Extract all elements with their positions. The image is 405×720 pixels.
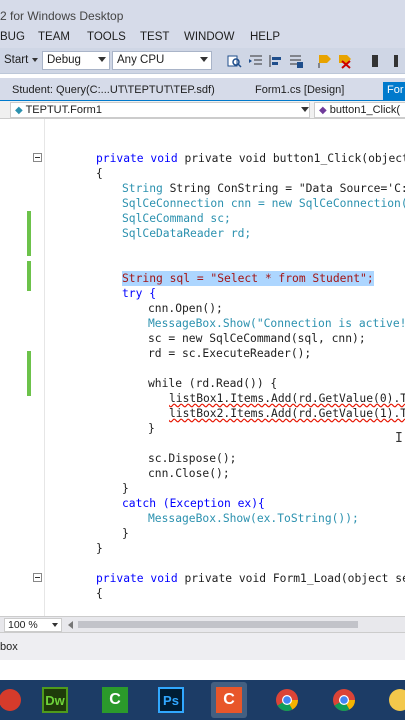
dreamweaver-icon: Dw [42, 687, 68, 713]
code-editor[interactable]: private void private void button1_Click(… [0, 119, 405, 616]
taskbar-app-red[interactable] [0, 682, 28, 718]
breakpoint-icon[interactable] [368, 53, 384, 69]
change-indicator [27, 351, 31, 396]
editor-margin [44, 119, 45, 616]
zoom-value: 100 % [8, 619, 38, 631]
class-navigation-combo[interactable]: ◆ TEPTUT.Form1 [10, 102, 310, 118]
collapse-icon[interactable] [33, 153, 42, 162]
code-line: try { [122, 287, 157, 300]
navigation-bar: ◆ TEPTUT.Form1 ◆ button1_Click( [0, 101, 405, 119]
comment-icon[interactable] [288, 53, 304, 69]
code-line: sc.Dispose(); [148, 452, 237, 465]
change-indicator [27, 211, 31, 256]
camtasia-recorder-icon: C [216, 687, 242, 713]
platform-value: Any CPU [117, 54, 165, 66]
selected-code-line: String sql = "Select * from Student"; [122, 271, 374, 286]
collapse-icon[interactable] [33, 573, 42, 582]
tab-form1-cs[interactable]: For [383, 82, 405, 100]
tab-form1-design[interactable]: Form1.cs [Design] [251, 82, 348, 100]
taskbar-camtasia[interactable]: C [97, 682, 133, 718]
code-line-error: listBox1.Items.Add(rd.GetValue(0).To [169, 392, 405, 405]
indent-icon[interactable] [248, 53, 264, 69]
chrome-icon [333, 689, 355, 711]
code-line: while (rd.Read()) { [148, 377, 278, 390]
document-tab-bar: Student: Query(C:...UT\TEPTUT\TEP.sdf) F… [0, 78, 405, 100]
tab-student-query[interactable]: Student: Query(C:...UT\TEPTUT\TEP.sdf) [8, 82, 219, 100]
paint-icon [389, 689, 405, 711]
configuration-value: Debug [47, 54, 81, 66]
horizontal-scrollbar[interactable]: 100 % [0, 616, 405, 632]
code-line: } [148, 422, 155, 435]
text-cursor-icon: I [395, 431, 403, 446]
taskbar-paint[interactable] [382, 682, 405, 718]
code-line: rd = sc.ExecuteReader(); [148, 347, 312, 360]
method-icon: ◆ [319, 105, 327, 116]
code-line: cnn.Open(); [148, 302, 223, 315]
code-line: { [96, 167, 103, 180]
code-line: private void private void Form1_Load(obj… [96, 572, 405, 585]
solution-configuration-combo[interactable]: Debug [42, 51, 110, 70]
chevron-down-icon [52, 623, 58, 627]
code-line: } [96, 542, 103, 555]
overflow-icon[interactable] [390, 53, 405, 69]
code-line: { [96, 587, 103, 600]
menu-tools[interactable]: TOOLS [87, 31, 126, 43]
code-line: MessageBox.Show("Connection is active!" [148, 317, 405, 330]
chevron-down-icon[interactable] [301, 107, 309, 112]
chevron-down-icon [200, 57, 208, 62]
menu-debug[interactable]: BUG [0, 31, 25, 43]
scrollbar-thumb[interactable] [78, 621, 358, 628]
taskbar-chrome-1[interactable] [269, 682, 305, 718]
code-line: } [122, 482, 129, 495]
bookmark-icon[interactable] [316, 53, 332, 69]
member-combo-value: button1_Click( [329, 104, 401, 116]
code-line: SqlCeCommand sc; [122, 212, 231, 225]
camtasia-icon: C [102, 687, 128, 713]
menu-team[interactable]: TEAM [38, 31, 70, 43]
taskbar-photoshop[interactable]: Ps [153, 682, 189, 718]
class-combo-value: TEPTUT.Form1 [25, 104, 102, 116]
menu-bar: BUG TEAM TOOLS TEST WINDOW HELP [0, 28, 405, 48]
taskbar-dreamweaver[interactable]: Dw [37, 682, 73, 718]
menu-window[interactable]: WINDOW [184, 31, 234, 43]
solution-platform-combo[interactable]: Any CPU [112, 51, 212, 70]
code-line: } [122, 527, 129, 540]
start-dropdown-icon[interactable] [32, 58, 38, 62]
output-panel-header: box [0, 632, 405, 660]
menu-help[interactable]: HELP [250, 31, 280, 43]
output-label: box [0, 641, 18, 653]
window-title: 2 for Windows Desktop [0, 9, 124, 23]
red-app-icon [0, 689, 21, 711]
code-line: SqlCeConnection cnn = new SqlCeConnectio… [122, 197, 405, 210]
taskbar-chrome-2[interactable] [326, 682, 362, 718]
code-line: MessageBox.Show(ex.ToString()); [148, 512, 359, 525]
change-indicator [27, 261, 31, 291]
clear-bookmarks-icon[interactable] [336, 53, 352, 69]
menu-test[interactable]: TEST [140, 31, 169, 43]
code-line: cnn.Close(); [148, 467, 230, 480]
member-navigation-combo[interactable]: ◆ button1_Click( [314, 102, 405, 118]
code-line: SqlCeDataReader rd; [122, 227, 252, 240]
code-line: sc = new SqlCeCommand(sql, cnn); [148, 332, 366, 345]
taskbar-camtasia-recorder[interactable]: C [211, 682, 247, 718]
code-line: String String ConString = "Data Source='… [122, 182, 405, 195]
start-button[interactable]: Start [4, 54, 28, 66]
class-icon: ◆ [15, 105, 23, 116]
zoom-combo[interactable]: 100 % [4, 618, 62, 632]
scroll-left-icon[interactable] [68, 621, 73, 629]
find-in-files-icon[interactable] [226, 53, 242, 69]
chevron-down-icon [98, 57, 106, 62]
windows-taskbar: Dw C Ps C [0, 680, 405, 720]
standard-toolbar: Start Debug Any CPU [0, 48, 405, 74]
title-bar: 2 for Windows Desktop [0, 0, 405, 28]
code-line: private void private void button1_Click(… [96, 152, 405, 165]
chrome-icon [276, 689, 298, 711]
code-line: catch (Exception ex){ [122, 497, 265, 510]
align-icon[interactable] [268, 53, 284, 69]
photoshop-icon: Ps [158, 687, 184, 713]
code-line-error: listBox2.Items.Add(rd.GetValue(1).To [169, 407, 405, 420]
